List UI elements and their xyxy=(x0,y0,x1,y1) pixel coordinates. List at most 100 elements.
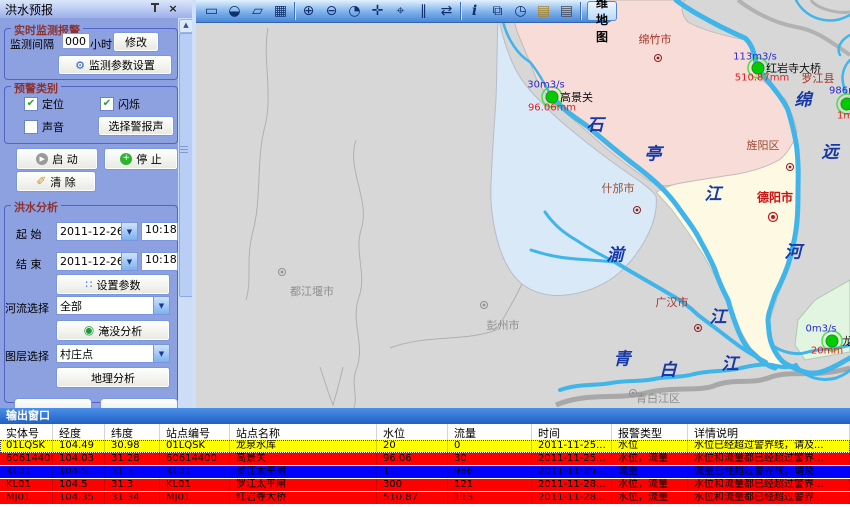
geo-analysis-button[interactable]: 地理分析 xyxy=(56,367,170,388)
table-cell: MJ01 xyxy=(0,492,53,504)
table-cell: 龙泉水库 xyxy=(230,440,377,452)
start-button[interactable]: ▶ 启 动 xyxy=(16,148,98,170)
chevron-down-icon: ▼ xyxy=(153,297,169,314)
column-header[interactable]: 站点名称 xyxy=(230,424,377,440)
close-icon[interactable]: × xyxy=(166,2,180,16)
column-header[interactable]: 流量 xyxy=(448,424,532,440)
table-cell: 罗江太平闸 xyxy=(230,466,377,478)
hidden-button-left[interactable] xyxy=(14,398,92,408)
set-params-button[interactable]: ∷ 设置参数 xyxy=(56,274,170,295)
column-header[interactable]: 纬度 xyxy=(105,424,160,440)
table-cell: 2011-11-25... xyxy=(532,453,612,465)
play-icon: ▶ xyxy=(36,153,48,165)
column-header[interactable]: 时间 xyxy=(532,424,612,440)
start-time-spinner[interactable]: 10:18 ▲▼ xyxy=(141,222,179,241)
checkbox-sound[interactable]: 声音 xyxy=(24,119,64,135)
zoom-in-icon[interactable]: ⊕ xyxy=(297,1,320,21)
start-date-combo[interactable]: 2011-12-26 ▼ xyxy=(56,222,138,241)
sidebar-title: 洪水预报 xyxy=(0,1,53,18)
column-header[interactable]: 站点编号 xyxy=(160,424,230,440)
column-header[interactable]: 经度 xyxy=(53,424,105,440)
table-cell: 水位和流量都已经超过警界... xyxy=(688,492,850,504)
map-canvas xyxy=(196,0,850,408)
scrollbar-thumb[interactable] xyxy=(179,33,192,297)
table-cell: 2011-11-25... xyxy=(532,466,612,478)
table-cell: 104.5 xyxy=(53,479,105,491)
refresh-icon[interactable]: ⇄ xyxy=(435,1,458,21)
table-row[interactable]: KL01104.531.3KL01罗江太平闸3001212011-11-28..… xyxy=(0,479,850,492)
table-cell: 113 xyxy=(448,492,532,504)
table-cell: 水位 xyxy=(612,440,688,452)
clear-button[interactable]: ✐ 清 除 xyxy=(16,171,96,192)
map-3d-button[interactable]: 三维地图 xyxy=(587,1,617,21)
column-header[interactable]: 详情说明 xyxy=(688,424,850,440)
river-select-combo[interactable]: 全部 ▼ xyxy=(56,296,170,315)
table-cell: 01LQSK xyxy=(160,440,230,452)
column-header[interactable]: 水位 xyxy=(377,424,448,440)
measure-radius-icon[interactable]: ◒ xyxy=(223,1,246,21)
hidden-button-right[interactable] xyxy=(100,398,178,408)
full-extent-icon[interactable]: ◔ xyxy=(343,1,366,21)
export-icon[interactable]: ⧉ xyxy=(486,1,509,21)
toolbar-separator xyxy=(460,2,461,20)
scroll-up-icon[interactable]: ▲ xyxy=(179,19,192,33)
column-header[interactable]: 实体号 xyxy=(0,424,53,440)
info-icon[interactable]: i xyxy=(463,1,486,21)
pin-icon[interactable] xyxy=(148,2,162,16)
sidebar-titlebar: 洪水预报 xyxy=(0,0,192,18)
stop-button[interactable]: + 停 止 xyxy=(104,148,178,170)
clock-icon[interactable]: ◷ xyxy=(509,1,532,21)
stop-icon: + xyxy=(120,153,132,165)
table-row[interactable]: KL01104.531.3KL01罗江太平闸19862011-11-25...流… xyxy=(0,466,850,479)
table-cell: KL01 xyxy=(0,466,53,478)
end-time-spinner[interactable]: 10:18 ▲▼ xyxy=(141,252,179,271)
checkmark-icon: ✔ xyxy=(24,97,38,111)
table-row[interactable]: MJ01104.3531.34MJ01红岩寺大桥510.871132011-11… xyxy=(0,492,850,505)
measure-distance-icon[interactable]: ▭ xyxy=(200,1,223,21)
pause-icon[interactable]: ∥ xyxy=(412,1,435,21)
table-cell: 31.34 xyxy=(105,492,160,504)
table-cell: 罗江太平闸 xyxy=(230,479,377,491)
checkmark-icon: ✔ xyxy=(100,97,114,111)
analysis-group-title: 洪水分析 xyxy=(11,199,61,215)
zoom-select-icon[interactable]: ⌖ xyxy=(389,1,412,21)
modify-button[interactable]: 修改 xyxy=(113,32,159,52)
pan-icon[interactable]: ✛ xyxy=(366,1,389,21)
toolbar-separator xyxy=(294,2,295,20)
table-cell: 60614400 xyxy=(160,453,230,465)
checkbox-flash[interactable]: ✔ 闪烁 xyxy=(100,96,140,112)
table-row[interactable]: 01LQSK104.4930.9801LQSK龙泉水库2002011-11-25… xyxy=(0,440,850,453)
layer-select-combo[interactable]: 村庄点 ▼ xyxy=(56,344,170,363)
table-cell: 水位和流量都已经超过警界... xyxy=(688,453,850,465)
grid-icon[interactable]: ▦ xyxy=(269,1,292,21)
end-date-combo[interactable]: 2011-12-26 ▼ xyxy=(56,252,138,271)
map-toolbar: ▭◒▱▦⊕⊖◔✛⌖∥⇄i⧉◷▤▤ 三维地图 xyxy=(196,0,614,23)
flood-analysis-button[interactable]: ◉ 淹没分析 xyxy=(56,320,170,341)
zoom-out-icon[interactable]: ⊖ xyxy=(320,1,343,21)
table-cell: 流量 xyxy=(612,466,688,478)
interval-input[interactable] xyxy=(62,33,90,49)
output-window: 输出窗口 实体号经度纬度站点编号站点名称水位流量时间报警类型详情说明 01LQS… xyxy=(0,408,850,507)
start-time-label: 起 始 xyxy=(16,226,42,242)
print-icon[interactable]: ▤ xyxy=(555,1,578,21)
print-preview-icon[interactable]: ▤ xyxy=(532,1,555,21)
table-cell: MJ01 xyxy=(160,492,230,504)
table-cell: 986 xyxy=(448,466,532,478)
table-cell: 1 xyxy=(377,466,448,478)
table-cell: 水位，流量 xyxy=(612,479,688,491)
column-header[interactable]: 报警类型 xyxy=(612,424,688,440)
table-cell: 96.06 xyxy=(377,453,448,465)
table-cell: 31.3 xyxy=(105,466,160,478)
table-cell: 水位已经超过警界线，请及... xyxy=(688,440,850,452)
table-cell: 104.49 xyxy=(53,440,105,452)
interval-label: 监测间隔 xyxy=(10,36,54,52)
table-cell: 流量已经超过警界线，请及... xyxy=(688,466,850,478)
measure-area-icon[interactable]: ▱ xyxy=(246,1,269,21)
table-row[interactable]: 60614400104.0331.2860614400高景关96.0630201… xyxy=(0,453,850,466)
checkbox-locate[interactable]: ✔ 定位 xyxy=(24,96,64,112)
table-cell: 水位和流量都已经超过警界... xyxy=(688,479,850,491)
monitor-params-button[interactable]: ⚙ 监测参数设置 xyxy=(58,55,172,75)
select-alarm-sound-button[interactable]: 选择警报声 xyxy=(98,116,174,136)
map-view[interactable]: 绵竹市罗江县什邡市旌阳区德阳市广汉市都江堰市彭州市青白江区石亭江湔江绵远河青白江… xyxy=(196,0,850,408)
sidebar-scrollbar[interactable]: ▲ xyxy=(178,18,192,408)
